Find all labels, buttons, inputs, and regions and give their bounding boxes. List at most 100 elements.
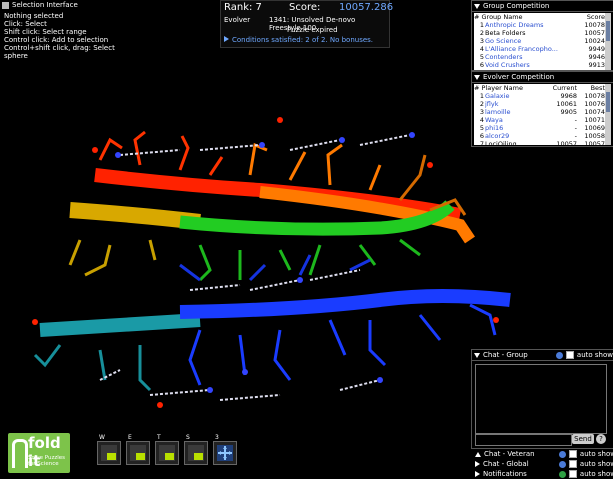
player-name[interactable]: alcor29 [485,132,549,140]
help-button[interactable]: ? [596,434,606,444]
rank-label: Rank: 7 [224,2,262,13]
best-score: 10076 [584,100,605,108]
row-rank: 2 [479,100,484,108]
group-row[interactable]: 2 Beta Folders 10057 [474,29,611,37]
auto-show-checkbox[interactable] [568,450,577,458]
group-row[interactable]: 3 Go Science 10024 [474,37,611,45]
player-row[interactable]: 5 phi16 -10069 [474,124,611,132]
move-button[interactable]: 3 [213,434,237,465]
player-name[interactable]: Waya [485,116,549,124]
group-row[interactable]: 4 L'Alliance Francopho... 9949 [474,45,611,53]
scroll-thumb[interactable] [606,21,610,41]
sidechain [198,238,421,282]
auto-show-label: auto show [579,460,613,468]
protein-structure[interactable] [32,117,511,408]
group-score: 10057 [584,29,605,37]
group-scrollbar[interactable] [605,13,611,70]
group-row[interactable]: 7Gargleblasters9747 [474,69,611,70]
column-header: # Player Name [474,84,523,92]
player-row[interactable]: 6 alcor29 -10058 [474,132,611,140]
best-score: 10058 [584,132,605,140]
player-row[interactable]: 2 jflyk 10061 10076 [474,100,611,108]
evolver-competition-header[interactable]: Evolver Competition [472,72,613,83]
shortcut-key: E [128,434,132,441]
chat-veteran-row[interactable]: Chat - Veteran auto show [471,449,613,459]
rebuild-button[interactable]: S [184,434,208,465]
clear-icon[interactable] [558,470,566,478]
conditions-toggle[interactable]: Conditions satisfied: 2 of 2. No bonuses… [224,36,373,44]
selection-interface-title: Selection Interface [12,1,78,9]
selection-hint: Shift click: Select range [4,28,87,36]
group-name[interactable]: L'Alliance Francopho... [485,45,575,53]
player-row[interactable]: 1 Galaxie 9968 10078 [474,92,611,100]
player-row[interactable]: 4 Waya -10071 [474,116,611,124]
group-score: 9949 [588,45,605,53]
chat-input[interactable] [475,434,572,446]
evolver-scrollbar[interactable] [605,84,611,145]
group-name[interactable]: Go Science [485,37,575,45]
send-button[interactable]: Send [572,434,594,444]
info-icon[interactable] [555,351,563,359]
group-score: 10024 [584,37,605,45]
strand-blue[interactable] [179,289,511,319]
score-label: Score: [289,2,321,13]
selection-hint: Control click: Add to selection [4,36,109,44]
group-name[interactable]: Anthropic Dreams [485,21,575,29]
group-competition-header[interactable]: Group Competition [472,1,613,12]
expand-arrow-icon [475,451,481,457]
chat-group-header[interactable]: Chat - Group auto show [472,350,613,361]
player-row[interactable]: 3 lamoille 9905 10074 [474,108,611,116]
group-name[interactable]: Contenders [485,53,575,61]
chat-global-row[interactable]: Chat - Global auto show [471,459,613,469]
tweak-button[interactable]: T [155,434,179,465]
group-name[interactable]: Void Crushers [485,61,575,69]
wiggle-button[interactable]: W [97,434,121,465]
evolver-competition-title: Evolver Competition [483,73,555,81]
group-row[interactable]: 5 Contenders 9946 [474,53,611,61]
row-rank: 7 [474,69,485,70]
player-name[interactable]: Galaxie [485,92,549,100]
wiggle-icon [101,445,117,461]
column-header: Best [590,84,605,92]
best-score: 10057 [584,140,605,145]
score-value: 10057.286 [339,2,394,13]
shake-icon [130,445,146,461]
collapse-arrow-icon [474,3,480,9]
auto-show-checkbox[interactable] [565,351,574,359]
auto-show-label: auto show [576,351,613,359]
chat-log[interactable] [475,364,607,434]
strand-cyan[interactable] [39,313,201,337]
rebuild-icon [188,445,204,461]
player-row[interactable]: 7 LociOiling 10057 10057 [474,140,611,145]
group-name[interactable]: Gargleblasters [485,69,575,70]
group-competition-table: # Group Name Score 1 Anthropic Dreams 1007… [474,13,611,70]
sidechain [68,239,157,277]
notifications-row[interactable]: Notifications auto show [471,469,613,479]
player-name[interactable]: lamoille [485,108,549,116]
player-name[interactable]: phi16 [485,124,549,132]
group-score: 9913 [588,61,605,69]
selection-hint: Control+shift click, drag: Select sphere [4,44,115,60]
group-row[interactable]: 1 Anthropic Dreams 10078 [474,21,611,29]
selection-interface-header: Selection Interface [0,0,130,10]
atom [115,152,121,158]
info-icon[interactable] [558,450,566,458]
group-score: 9946 [588,53,605,61]
foldit-logo[interactable]: fold it Solve Puzzles for Science [8,433,70,473]
atom [32,319,38,325]
scroll-thumb[interactable] [606,92,610,112]
sidechain [248,142,382,191]
shortcut-key: 3 [215,434,219,441]
tweak-icon [159,445,175,461]
sidechain [33,344,152,392]
auto-show-checkbox[interactable] [568,470,577,478]
row-rank: 2 [479,29,484,37]
evolver-competition-table: # Player Name Current Best 1 Galaxie 9968 1… [474,84,611,145]
group-row[interactable]: 6 Void Crushers 9913 [474,61,611,69]
mode-label: Evolver [224,16,251,24]
auto-show-checkbox[interactable] [568,460,577,468]
shake-button[interactable]: E [126,434,150,465]
atom [157,402,163,408]
info-icon[interactable] [558,460,566,468]
player-name[interactable]: jflyk [485,100,549,108]
